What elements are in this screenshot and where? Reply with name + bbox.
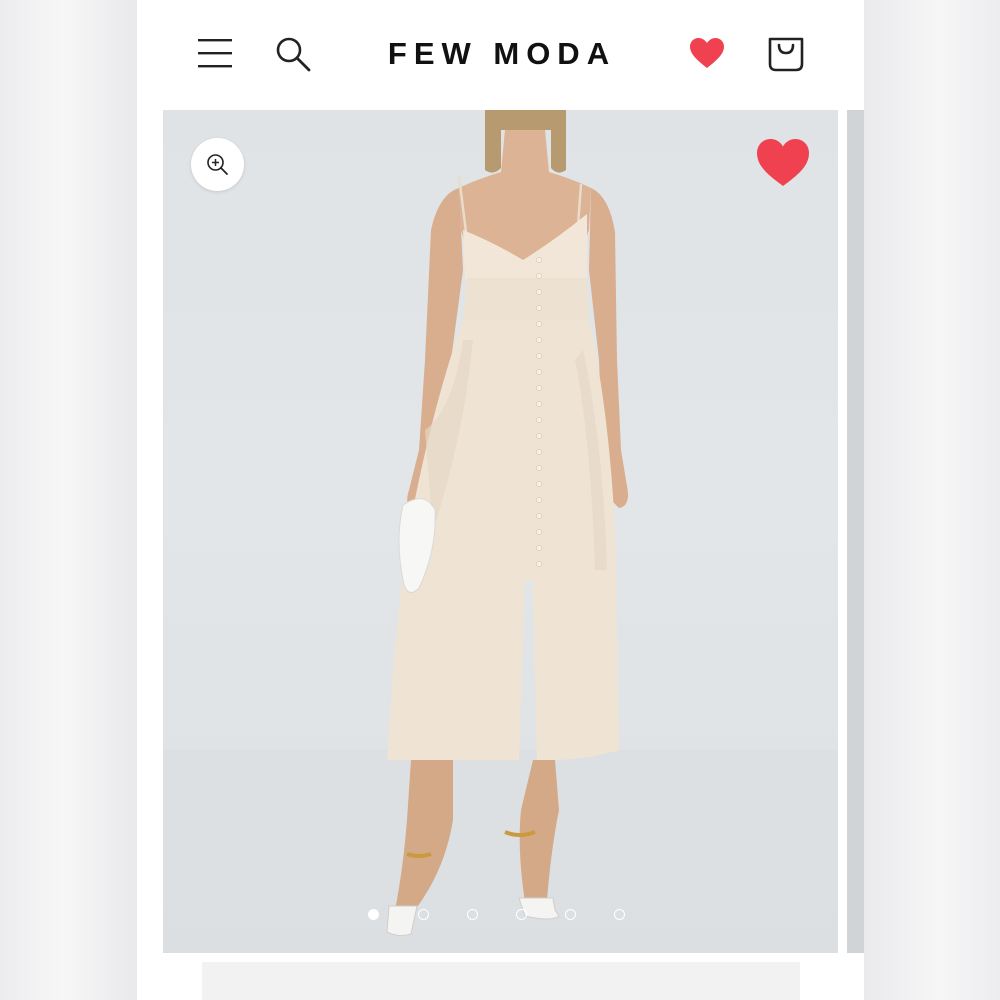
carousel-dot-5[interactable] — [565, 909, 576, 920]
product-photo[interactable] — [163, 110, 838, 953]
site-header: FEW MODA — [137, 0, 864, 108]
carousel-dot-3[interactable] — [467, 909, 478, 920]
shopping-bag-icon[interactable] — [767, 34, 805, 72]
zoom-in-icon — [207, 154, 228, 175]
product-info-panel — [202, 962, 800, 1000]
model-in-dress-image — [163, 110, 838, 953]
blurred-left-margin — [0, 0, 137, 1000]
search-icon[interactable] — [275, 36, 311, 72]
hamburger-menu-icon[interactable] — [197, 36, 233, 70]
next-photo-peek[interactable] — [847, 110, 864, 953]
carousel-dot-2[interactable] — [418, 909, 429, 920]
carousel-dot-6[interactable] — [614, 909, 625, 920]
zoom-button[interactable] — [191, 138, 244, 191]
carousel-dots — [368, 909, 638, 929]
carousel-dot-1[interactable] — [368, 909, 379, 920]
product-page: FEW MODA — [137, 0, 864, 1000]
blurred-right-margin — [864, 0, 1000, 1000]
wishlist-heart-icon[interactable] — [689, 37, 725, 69]
favorite-heart-icon[interactable] — [756, 138, 810, 188]
brand-logo[interactable]: FEW MODA — [367, 32, 637, 76]
carousel-dot-4[interactable] — [516, 909, 527, 920]
